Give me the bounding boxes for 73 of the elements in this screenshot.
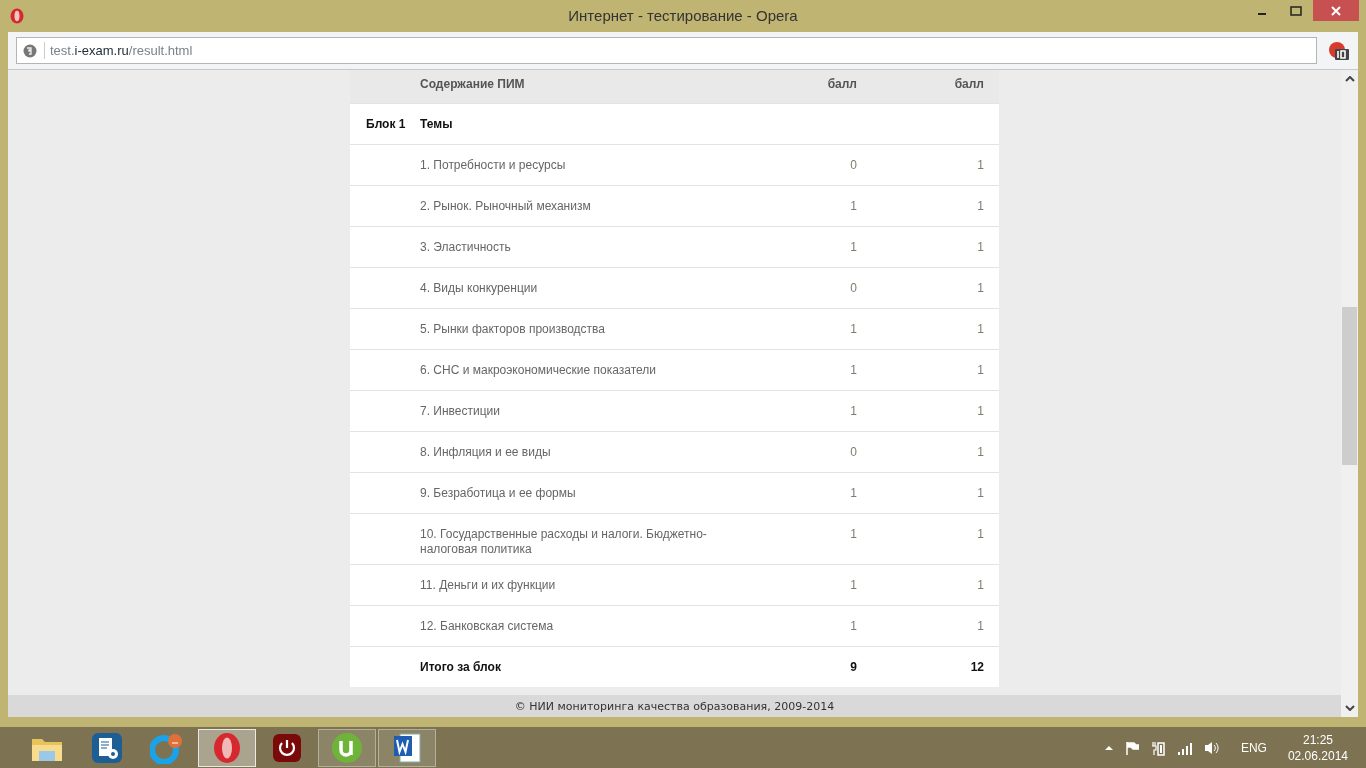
opera-icon <box>213 731 241 764</box>
opera-logo-icon <box>10 8 24 24</box>
speech-bubble-c-icon <box>150 731 184 764</box>
table-cell: 0 <box>850 281 857 295</box>
table-cell: 1 <box>850 578 857 592</box>
language-indicator[interactable]: ENG <box>1240 740 1267 755</box>
table-cell: 1 <box>977 527 984 541</box>
table-cell: 1. Потребности и ресурсы <box>420 158 566 172</box>
table-cell: 7. Инвестиции <box>420 404 500 418</box>
table-cell: 1 <box>977 199 984 213</box>
column-header: балл <box>827 77 857 91</box>
column-header: Содержание ПИМ <box>420 77 525 91</box>
show-hidden-icons-icon[interactable] <box>1103 744 1114 751</box>
table-cell: 5. Рынки факторов производства <box>420 322 606 336</box>
scroll-up-icon[interactable] <box>1344 76 1355 82</box>
table-cell: 8. Инфляция и ее виды <box>420 445 551 459</box>
speaker-icon[interactable] <box>1203 739 1220 756</box>
scroll-down-icon[interactable] <box>1344 705 1355 711</box>
table-cell: 1 <box>850 199 857 213</box>
address-field[interactable]: test.i-exam.ru/result.html <box>16 37 1317 64</box>
battery-icon[interactable] <box>1149 739 1166 756</box>
table-cell: 1 <box>850 619 857 633</box>
table-cell: 1 <box>850 363 857 377</box>
torrent-icon <box>331 731 363 764</box>
table-cell: 1 <box>977 445 984 459</box>
table-cell: 1 <box>977 486 984 500</box>
column-header: балл <box>954 77 984 91</box>
table-cell: 0 <box>850 158 857 172</box>
globe-icon <box>23 43 37 58</box>
adblock-icon[interactable] <box>1328 40 1350 61</box>
table-cell: 12 <box>970 660 984 674</box>
table-cell: 4. Виды конкуренции <box>420 281 538 295</box>
table-cell: 9 <box>850 660 857 674</box>
table-cell: 1 <box>850 486 857 500</box>
clock[interactable]: 21:25 02.06.2014 <box>1287 731 1348 764</box>
table-cell: 1 <box>850 527 857 541</box>
window-title: Интернет - тестирование - Opera <box>568 7 798 24</box>
word-document-icon <box>392 731 422 764</box>
document-gear-icon <box>91 731 123 764</box>
block-label: Блок 1 <box>366 117 406 131</box>
table-cell: 10. Государственные расходы и налоги. Бюджетно-налоговая политика <box>420 527 707 556</box>
table-cell: 1 <box>977 322 984 336</box>
table-cell: 1 <box>977 281 984 295</box>
table-cell: 1 <box>977 578 984 592</box>
scrollbar[interactable] <box>1341 70 1358 717</box>
taskbar-app[interactable] <box>378 728 436 767</box>
close-icon <box>1330 4 1342 17</box>
table-cell: 11. Деньги и их функции <box>420 578 556 592</box>
close-button[interactable] <box>1313 0 1359 21</box>
table-cell: 1 <box>977 363 984 377</box>
table-cell: 1 <box>977 404 984 418</box>
table-cell: 1 <box>977 158 984 172</box>
minimize-icon <box>1258 13 1266 15</box>
table-cell: 2. Рынок. Рыночный механизм <box>420 199 591 213</box>
table-cell: 1 <box>850 322 857 336</box>
table-cell: 1 <box>850 404 857 418</box>
table-cell: Итого за блок <box>420 660 501 674</box>
scroll-thumb[interactable] <box>1342 307 1357 465</box>
table-cell: 0 <box>850 445 857 459</box>
copyright-text: © НИИ мониторинга качества образования, 2009-2014 <box>514 699 835 713</box>
table-cell: 12. Банковская система <box>420 619 554 633</box>
power-icon <box>272 732 302 763</box>
table-cell: Темы <box>420 117 453 131</box>
table-cell: 9. Безработица и ее формы <box>420 486 576 500</box>
table-cell: 6. СНС и макроэкономические показатели <box>420 363 657 377</box>
flag-icon[interactable] <box>1124 740 1139 755</box>
signal-icon[interactable] <box>1176 740 1193 755</box>
table-cell: 1 <box>977 240 984 254</box>
table-cell: 1 <box>977 619 984 633</box>
table-cell: 1 <box>850 240 857 254</box>
maximize-icon <box>1290 5 1302 16</box>
table-cell: 3. Эластичность <box>420 240 511 254</box>
taskbar-app[interactable] <box>318 728 376 767</box>
